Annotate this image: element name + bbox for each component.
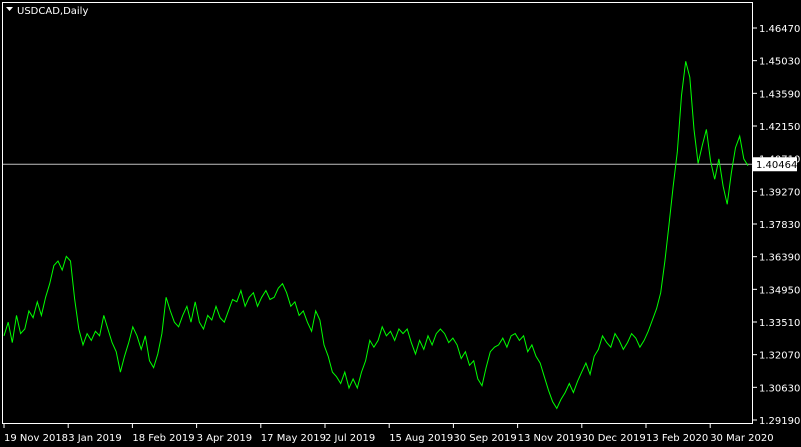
- y-tick-label: 1.46470: [759, 24, 800, 35]
- price-chart[interactable]: USDCAD,Daily 1.46470 1.45030 1.43590 1.4215…: [0, 0, 801, 447]
- x-tick-label: 3 Jan 2019: [68, 433, 122, 444]
- x-tick-label: 30 Mar 2020: [710, 433, 773, 444]
- y-tick-label: 1.34950: [759, 285, 800, 296]
- x-tick-label: 2 Jul 2019: [325, 433, 375, 444]
- y-tick-label: 1.43590: [759, 89, 800, 100]
- current-price-label-text: 1.40464: [756, 160, 797, 171]
- x-tick-label: 3 Apr 2019: [197, 433, 252, 444]
- y-tick-label: 1.32070: [759, 351, 800, 362]
- chart-background: [0, 0, 801, 447]
- y-tick-label: 1.30630: [759, 383, 800, 394]
- y-tick-label: 1.33510: [759, 318, 800, 329]
- title-area[interactable]: USDCAD,Daily: [6, 6, 88, 17]
- y-tick-label: 1.39270: [759, 187, 800, 198]
- current-price-label: 1.40464: [753, 157, 797, 172]
- x-tick-label: 30 Sep 2019: [453, 433, 516, 444]
- x-tick-label: 13 Nov 2019: [518, 433, 582, 444]
- x-tick-label: 13 Feb 2020: [646, 433, 708, 444]
- y-tick-label: 1.36390: [759, 253, 800, 264]
- x-tick-label: 15 Aug 2019: [389, 433, 453, 444]
- x-tick-label: 19 Nov 2018: [4, 433, 68, 444]
- y-tick-label: 1.37830: [759, 220, 800, 231]
- y-tick-label: 1.29190: [759, 416, 800, 427]
- chart-title: USDCAD,Daily: [17, 6, 88, 17]
- x-tick-label: 17 May 2019: [261, 433, 326, 444]
- x-tick-label: 30 Dec 2019: [582, 433, 646, 444]
- y-tick-label: 1.45030: [759, 57, 800, 68]
- y-tick-label: 1.42150: [759, 122, 800, 133]
- x-tick-label: 18 Feb 2019: [132, 433, 194, 444]
